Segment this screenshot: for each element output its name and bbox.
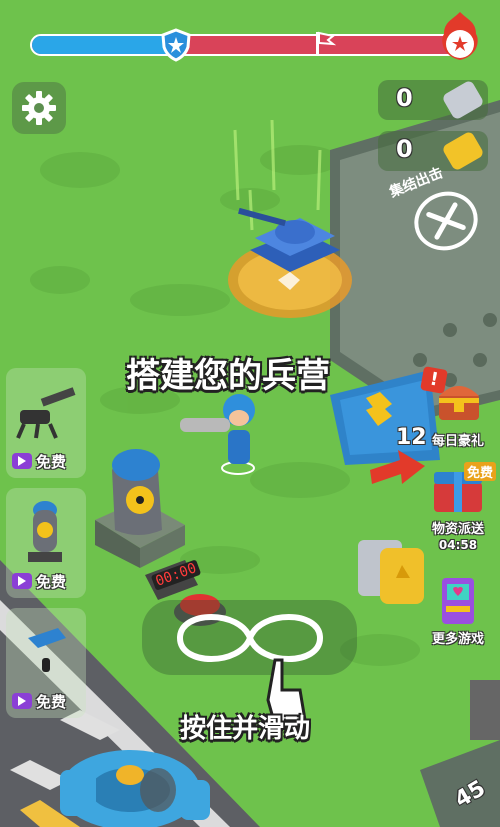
free-badge: 免费 bbox=[12, 450, 80, 472]
alert-badge: ! bbox=[420, 366, 448, 394]
gatling-turret-icon bbox=[16, 387, 76, 439]
free-nuclear-bomb-card[interactable]: 免费 bbox=[6, 488, 86, 598]
arcade-machine-icon bbox=[442, 578, 474, 624]
checkpoint-flag-icon bbox=[312, 30, 337, 58]
crossed-rifles-icon bbox=[426, 202, 466, 240]
video-ad-icon bbox=[12, 693, 32, 709]
free-tag: 免费 bbox=[463, 462, 496, 481]
free-badge: 免费 bbox=[12, 690, 80, 712]
level-progress-bar bbox=[30, 34, 460, 56]
build-barracks-hint: 搭建您的兵营 bbox=[126, 356, 330, 396]
gear-icon bbox=[22, 91, 56, 125]
nuclear-bomb-icon bbox=[28, 501, 62, 562]
supply-delivery-button[interactable]: 免费 物资派送 04:58 bbox=[418, 462, 498, 558]
free-drone-card[interactable]: 免费 bbox=[6, 608, 86, 718]
daily-gift-label: 每日豪礼 bbox=[431, 434, 484, 449]
silver-ticket-count: 0 bbox=[396, 84, 413, 112]
more-games-label: 更多游戏 bbox=[431, 632, 484, 647]
supply-delivery-label: 物资派送 bbox=[431, 522, 484, 537]
settings-button[interactable] bbox=[12, 82, 66, 134]
gold-ticket-icon bbox=[441, 130, 485, 172]
video-ad-icon bbox=[12, 453, 32, 469]
drone-icon bbox=[28, 628, 66, 672]
silver-ticket-counter: 0 bbox=[378, 79, 488, 121]
boss-skull-icon bbox=[438, 10, 482, 62]
video-ad-icon bbox=[12, 573, 32, 589]
swipe-hint: 按住并滑动 bbox=[180, 714, 311, 744]
shield-star-icon bbox=[160, 28, 192, 62]
free-badge: 免费 bbox=[12, 570, 80, 592]
daily-gift-button[interactable]: ! 每日豪礼 bbox=[418, 366, 498, 450]
gold-ticket-count: 0 bbox=[396, 135, 413, 163]
more-games-button[interactable]: 更多游戏 bbox=[418, 572, 498, 648]
silver-ticket-icon bbox=[441, 79, 485, 121]
supply-countdown: 04:58 bbox=[438, 538, 478, 552]
free-gatling-turret-card[interactable]: 免费 bbox=[6, 368, 86, 478]
